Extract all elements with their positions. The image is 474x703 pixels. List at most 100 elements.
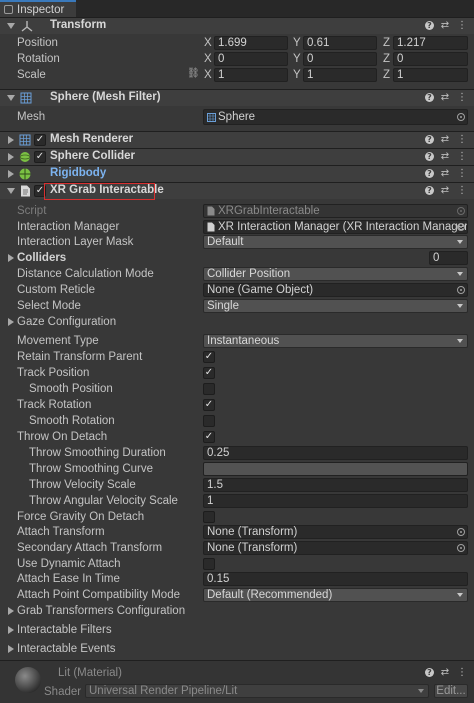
filters-row[interactable]: Interactable Filters	[0, 622, 474, 638]
help-icon[interactable]: ?	[425, 169, 434, 178]
scale-x-field[interactable]: 1	[214, 68, 288, 82]
secondary-attach-field[interactable]: None (Transform)	[203, 541, 468, 555]
axis-y[interactable]: Y	[293, 53, 301, 65]
position-x-field[interactable]: 1.699	[214, 36, 288, 50]
object-picker-icon[interactable]	[457, 544, 465, 552]
axis-z[interactable]: Z	[383, 53, 390, 65]
menu-icon[interactable]: ⋮	[456, 185, 468, 196]
mesh-renderer-foldout[interactable]	[8, 136, 14, 144]
throw-velocity-scale-field[interactable]: 1.5	[203, 478, 468, 492]
rigidbody-foldout[interactable]	[8, 170, 14, 178]
interaction-manager-field[interactable]: XR Interaction Manager (XR Interaction M…	[203, 220, 468, 234]
transform-foldout[interactable]	[7, 23, 15, 29]
help-icon[interactable]: ?	[425, 668, 434, 677]
object-picker-icon[interactable]	[457, 223, 465, 231]
colliders-foldout[interactable]	[8, 254, 14, 262]
mesh-filter-header[interactable]: Sphere (Mesh Filter) ? ⇄ ⋮	[0, 89, 474, 106]
rotation-y-field[interactable]: 0	[303, 52, 377, 66]
axis-x[interactable]: X	[204, 69, 212, 81]
smooth-rotation-checkbox[interactable]	[203, 415, 215, 427]
menu-icon[interactable]: ⋮	[456, 151, 468, 162]
preset-icon[interactable]: ⇄	[439, 168, 451, 179]
colliders-count-field[interactable]: 0	[429, 251, 468, 265]
preset-icon[interactable]: ⇄	[439, 92, 451, 103]
axis-x[interactable]: X	[204, 37, 212, 49]
scale-label: Scale	[17, 69, 46, 81]
events-row[interactable]: Interactable Events	[0, 641, 474, 657]
events-foldout[interactable]	[8, 645, 14, 653]
dynamic-attach-checkbox[interactable]	[203, 558, 215, 570]
grab-transformers-label[interactable]: Grab Transformers Configuration	[17, 605, 185, 617]
layer-mask-dropdown[interactable]: Default	[203, 235, 468, 249]
sphere-collider-foldout[interactable]	[8, 153, 14, 161]
menu-icon[interactable]: ⋮	[456, 20, 468, 31]
throw-on-detach-checkbox[interactable]: ✓	[203, 431, 215, 443]
axis-y[interactable]: Y	[293, 37, 301, 49]
rotation-z-field[interactable]: 0	[393, 52, 468, 66]
axis-z[interactable]: Z	[383, 37, 390, 49]
help-icon[interactable]: ?	[425, 93, 434, 102]
attach-transform-field[interactable]: None (Transform)	[203, 525, 468, 539]
movement-type-dropdown[interactable]: Instantaneous	[203, 334, 468, 348]
select-mode-dropdown[interactable]: Single	[203, 299, 468, 313]
filters-foldout[interactable]	[8, 626, 14, 634]
mesh-field[interactable]: Sphere	[203, 109, 468, 125]
position-y-field[interactable]: 0.61	[303, 36, 377, 50]
preset-icon[interactable]: ⇄	[439, 185, 451, 196]
shader-dropdown[interactable]: Universal Render Pipeline/Lit	[85, 684, 429, 698]
help-icon[interactable]: ?	[425, 21, 434, 30]
force-gravity-checkbox[interactable]	[203, 511, 215, 523]
distance-mode-dropdown[interactable]: Collider Position	[203, 267, 468, 281]
events-label[interactable]: Interactable Events	[17, 643, 115, 655]
help-icon[interactable]: ?	[425, 186, 434, 195]
mesh-renderer-enabled-checkbox[interactable]: ✓	[34, 134, 46, 146]
colliders-label[interactable]: Colliders	[17, 252, 66, 264]
menu-icon[interactable]: ⋮	[456, 92, 468, 103]
throw-smoothing-curve-field[interactable]	[203, 462, 468, 476]
throw-angular-field[interactable]: 1	[203, 494, 468, 508]
axis-x[interactable]: X	[204, 53, 212, 65]
constrain-proportions-icon[interactable]: ⛓	[187, 68, 200, 79]
rigidbody-header[interactable]: Rigidbody ? ⇄ ⋮	[0, 165, 474, 182]
xr-grab-foldout[interactable]	[7, 188, 15, 194]
menu-icon[interactable]: ⋮	[456, 168, 468, 179]
track-rotation-checkbox[interactable]: ✓	[203, 399, 215, 411]
sphere-collider-header[interactable]: ✓ Sphere Collider ? ⇄ ⋮	[0, 148, 474, 165]
custom-reticle-field[interactable]: None (Game Object)	[203, 283, 468, 297]
filters-label[interactable]: Interactable Filters	[17, 624, 112, 636]
mesh-filter-foldout[interactable]	[7, 95, 15, 101]
edit-button[interactable]: Edit...	[434, 684, 468, 698]
preset-icon[interactable]: ⇄	[439, 20, 451, 31]
compat-mode-dropdown[interactable]: Default (Recommended)	[203, 588, 468, 602]
axis-z[interactable]: Z	[383, 69, 390, 81]
preset-icon[interactable]: ⇄	[439, 134, 451, 145]
smooth-position-checkbox[interactable]	[203, 383, 215, 395]
retain-parent-checkbox[interactable]: ✓	[203, 351, 215, 363]
ease-in-field[interactable]: 0.15	[203, 572, 468, 586]
transform-header[interactable]: Transform ? ⇄ ⋮	[0, 17, 474, 34]
tab-inspector[interactable]: Inspector	[0, 0, 76, 17]
gaze-config-foldout[interactable]	[8, 318, 14, 326]
scale-y-field[interactable]: 1	[303, 68, 377, 82]
grab-transformers-row[interactable]: Grab Transformers Configuration	[0, 603, 474, 619]
track-position-checkbox[interactable]: ✓	[203, 367, 215, 379]
help-icon[interactable]: ?	[425, 152, 434, 161]
preset-icon[interactable]: ⇄	[439, 151, 451, 162]
object-picker-icon[interactable]	[457, 286, 465, 294]
preset-icon[interactable]: ⇄	[439, 667, 451, 678]
throw-smoothing-duration-field[interactable]: 0.25	[203, 446, 468, 460]
object-picker-icon[interactable]	[457, 113, 465, 121]
gaze-config-row[interactable]: Gaze Configuration	[0, 314, 474, 330]
mesh-renderer-header[interactable]: ✓ Mesh Renderer ? ⇄ ⋮	[0, 131, 474, 148]
help-icon[interactable]: ?	[425, 135, 434, 144]
scale-z-field[interactable]: 1	[393, 68, 468, 82]
rotation-x-field[interactable]: 0	[214, 52, 288, 66]
gaze-config-label[interactable]: Gaze Configuration	[17, 316, 116, 328]
axis-y[interactable]: Y	[293, 69, 301, 81]
sphere-collider-enabled-checkbox[interactable]: ✓	[34, 151, 46, 163]
menu-icon[interactable]: ⋮	[456, 134, 468, 145]
position-z-field[interactable]: 1.217	[393, 36, 468, 50]
menu-icon[interactable]: ⋮	[456, 667, 468, 678]
grab-transformers-foldout[interactable]	[8, 607, 14, 615]
object-picker-icon[interactable]	[457, 528, 465, 536]
